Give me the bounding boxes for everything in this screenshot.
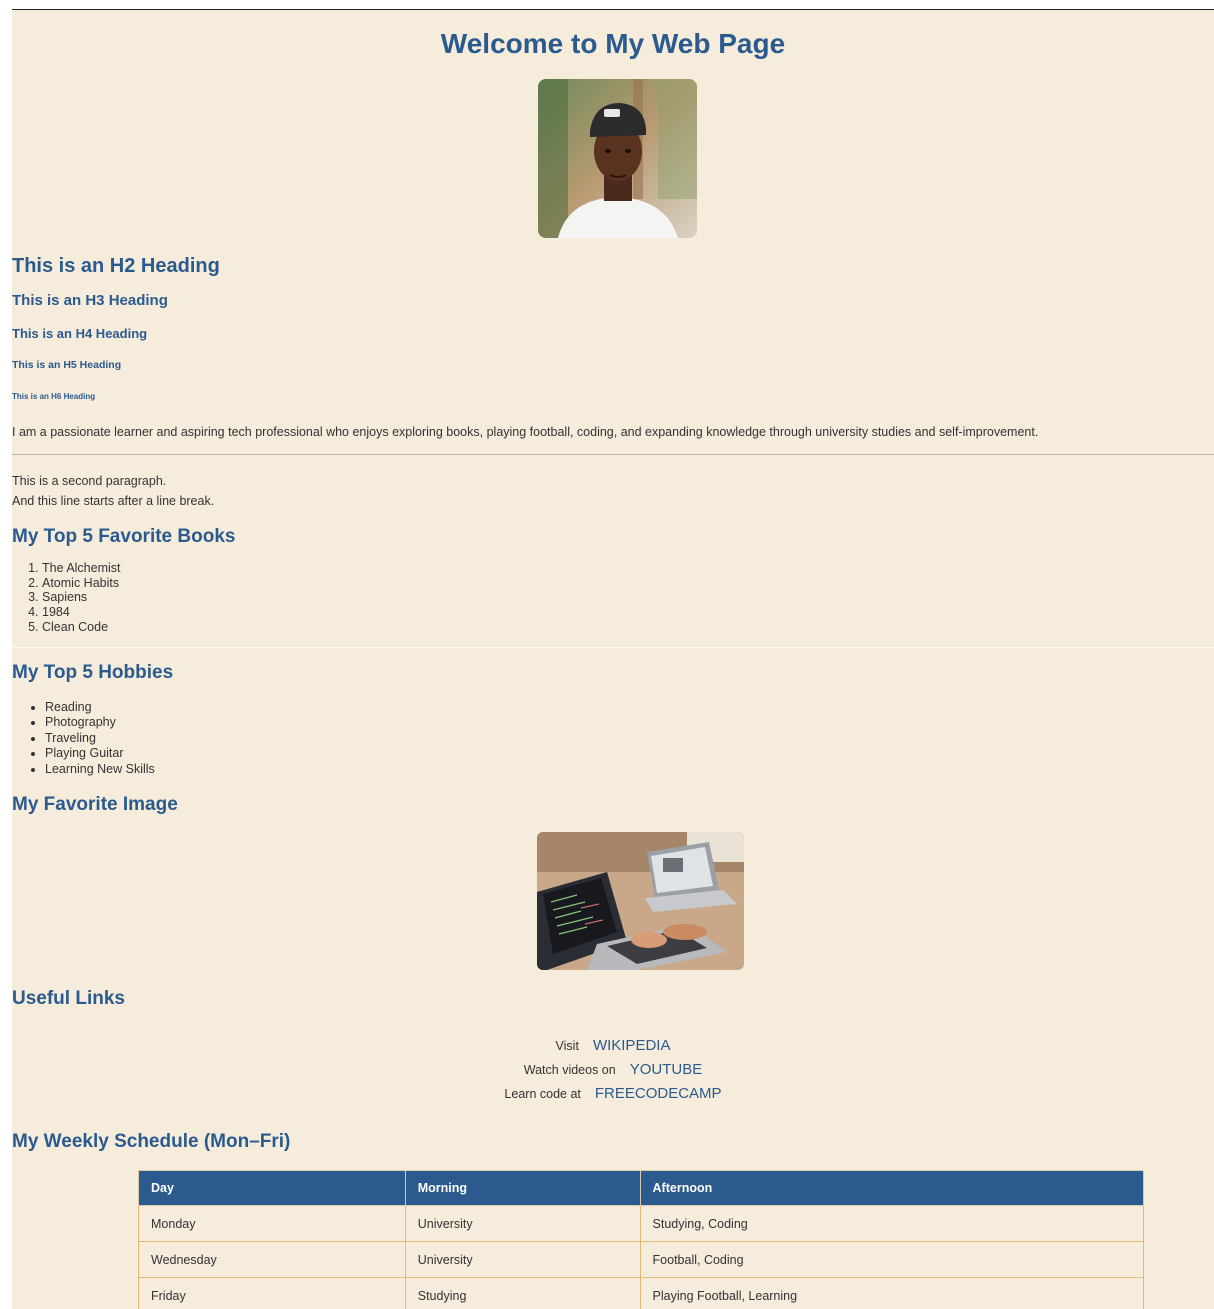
favorite-image (537, 832, 744, 970)
books-title: My Top 5 Favorite Books (12, 525, 235, 549)
table-header-row: Day Morning Afternoon (139, 1171, 1144, 1206)
table-row: Monday University Studying, Coding (139, 1206, 1144, 1242)
list-item: Traveling (45, 731, 155, 746)
second-paragraph: This is a second paragraph. And this lin… (12, 471, 214, 511)
list-item: Atomic Habits (42, 576, 121, 591)
youtube-link[interactable]: YOUTUBE (630, 1061, 703, 1078)
link-row: Visit WIKIPEDIA (12, 1035, 1214, 1059)
books-list: The Alchemist Atomic Habits Sapiens 1984… (42, 561, 121, 635)
table-cell: Studying, Coding (640, 1206, 1143, 1242)
wikipedia-link[interactable]: WIKIPEDIA (593, 1037, 671, 1054)
schedule-title: My Weekly Schedule (Mon–Fri) (12, 1130, 290, 1154)
table-header-cell: Day (139, 1171, 406, 1206)
useful-links-title: Useful Links (12, 987, 125, 1011)
list-item: Reading (45, 700, 155, 715)
list-item: Sapiens (42, 590, 121, 605)
table-cell: Monday (139, 1206, 406, 1242)
table-cell: University (405, 1242, 640, 1278)
table-cell: Studying (405, 1278, 640, 1309)
h3-heading: This is an H3 Heading (12, 292, 168, 310)
table-header-cell: Afternoon (640, 1171, 1143, 1206)
list-item: Learning New Skills (45, 762, 155, 777)
links-list: Visit WIKIPEDIA Watch videos on YOUTUBE Le… (12, 1035, 1214, 1107)
h6-heading: This is an H6 Heading (12, 392, 95, 402)
table-cell: University (405, 1206, 640, 1242)
h2-heading: This is an H2 Heading (12, 254, 220, 278)
freecodecamp-link[interactable]: FREECODECAMP (595, 1085, 722, 1102)
hobbies-list: Reading Photography Traveling Playing Gu… (45, 700, 155, 777)
second-paragraph-line-2: And this line starts after a line break. (12, 494, 214, 508)
schedule-table: Day Morning Afternoon Monday University … (138, 1170, 1144, 1309)
intro-paragraph: I am a passionate learner and aspiring t… (12, 424, 1038, 440)
table-cell: Playing Football, Learning (640, 1278, 1143, 1309)
link-prefix: Visit (556, 1039, 579, 1053)
list-item: The Alchemist (42, 561, 121, 576)
h4-heading: This is an H4 Heading (12, 326, 147, 342)
divider (12, 454, 1214, 455)
list-item: Clean Code (42, 620, 121, 635)
list-item: 1984 (42, 605, 121, 620)
table-header-cell: Morning (405, 1171, 640, 1206)
table-cell: Wednesday (139, 1242, 406, 1278)
page-title: Welcome to My Web Page (12, 27, 1214, 61)
second-paragraph-line-1: This is a second paragraph. (12, 474, 166, 488)
table-row: Friday Studying Playing Football, Learni… (139, 1278, 1144, 1309)
schedule-table-wrap: Day Morning Afternoon Monday University … (138, 1170, 1144, 1309)
divider (12, 647, 1214, 648)
link-row: Watch videos on YOUTUBE (12, 1059, 1214, 1083)
link-row: Learn code at FREECODECAMP (12, 1083, 1214, 1107)
link-prefix: Learn code at (504, 1087, 580, 1101)
profile-photo (538, 79, 697, 238)
h5-heading: This is an H5 Heading (12, 359, 121, 371)
list-item: Playing Guitar (45, 746, 155, 761)
favorite-image-title: My Favorite Image (12, 793, 178, 817)
page: Welcome to My Web Page This is (12, 9, 1214, 1309)
table-cell: Friday (139, 1278, 406, 1309)
hobbies-title: My Top 5 Hobbies (12, 661, 173, 685)
list-item: Photography (45, 715, 155, 730)
table-row: Wednesday University Football, Coding (139, 1242, 1144, 1278)
link-prefix: Watch videos on (524, 1063, 616, 1077)
table-cell: Football, Coding (640, 1242, 1143, 1278)
